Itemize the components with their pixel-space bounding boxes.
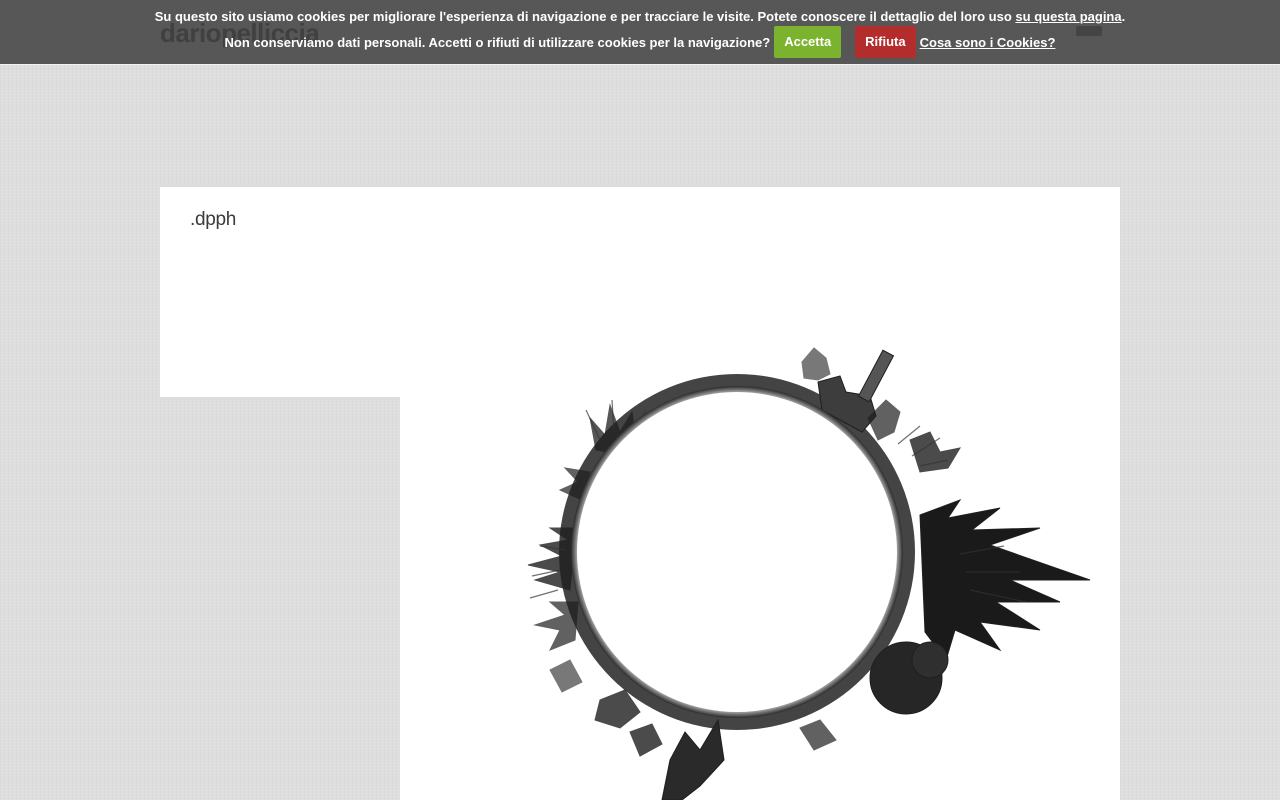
cookie-question-text: Non conserviamo dati personali. Accetti … (224, 34, 771, 50)
cookie-message-text: Su questo sito usiamo cookies per miglio… (154, 9, 1012, 24)
post-title[interactable]: .dpph (190, 209, 236, 231)
cookie-message-line2: Non conserviamo dati personali. Accetti … (0, 26, 1280, 58)
cookies-info-link[interactable]: Cosa sono i Cookies? (920, 35, 1056, 50)
cookie-message-period: . (1121, 9, 1126, 24)
cookie-policy-link[interactable]: su questa pagina (1015, 9, 1121, 24)
accept-cookies-button[interactable]: Accetta (774, 26, 842, 58)
reject-cookies-button[interactable]: Rifiuta (855, 26, 916, 58)
cookie-consent-bar: Su questo sito usiamo cookies per miglio… (0, 0, 1280, 65)
cookie-message-line1: Su questo sito usiamo cookies per miglio… (0, 9, 1280, 25)
little-planet-image[interactable] (400, 340, 1120, 800)
